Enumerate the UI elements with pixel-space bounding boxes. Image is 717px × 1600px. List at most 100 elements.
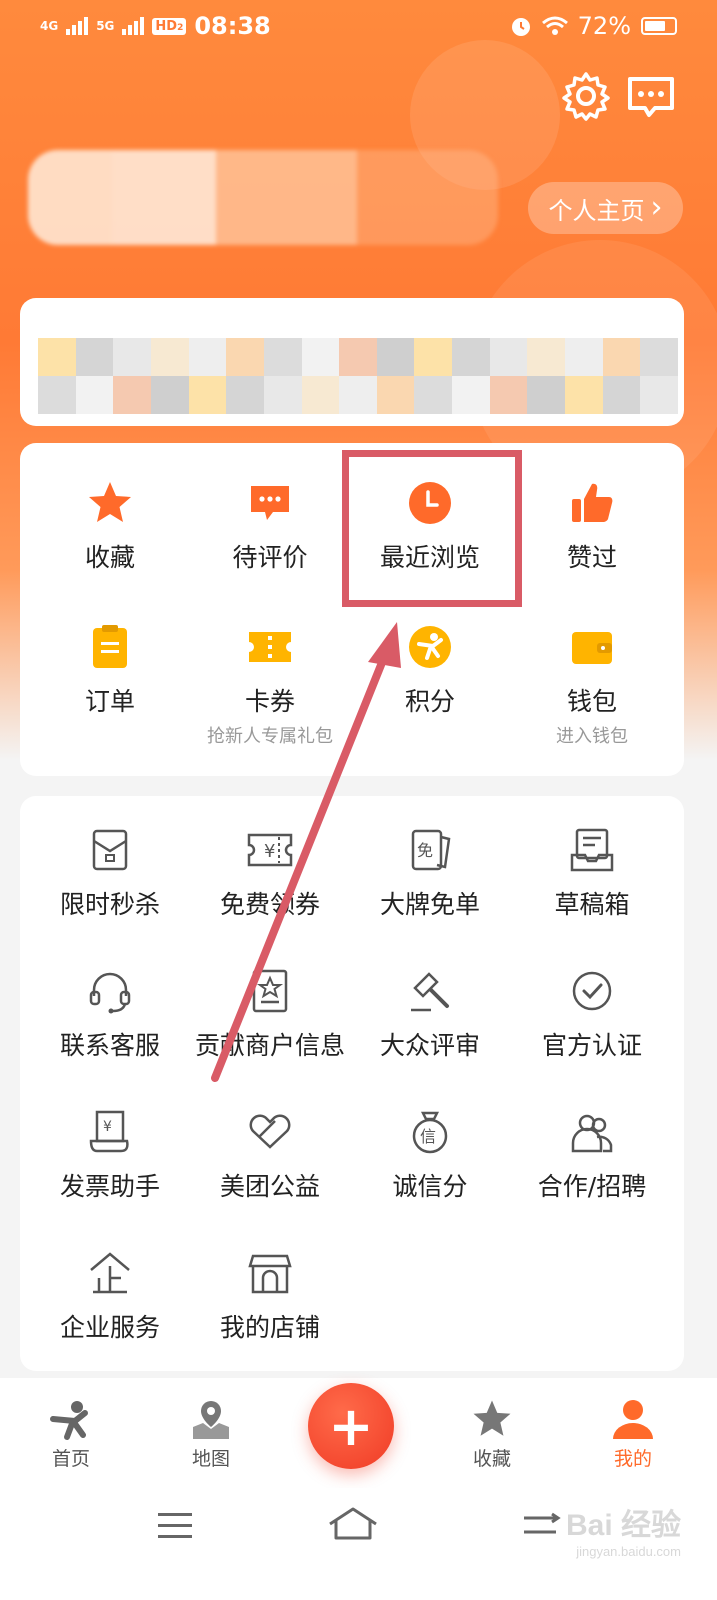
service-item-coupon[interactable]: ¥ 免费领券 bbox=[182, 825, 358, 921]
service-item-flash-sale[interactable]: 限时秒杀 bbox=[30, 825, 190, 921]
message-icon[interactable] bbox=[625, 70, 677, 122]
mosaic-pixel bbox=[489, 338, 528, 376]
mosaic-pixel bbox=[226, 376, 264, 414]
mosaic-pixel bbox=[301, 338, 340, 376]
service-item-label: 限时秒杀 bbox=[59, 890, 160, 919]
quick-item-thumbs-up[interactable]: 赞过 bbox=[512, 478, 672, 574]
nav-item-label: 首页 bbox=[51, 1448, 90, 1470]
baidu-watermark: Bai 经验 jingyan.baidu.com bbox=[566, 1500, 681, 1559]
order-icon bbox=[30, 622, 190, 672]
home-mascot-icon bbox=[26, 1394, 116, 1444]
mosaic-pixel bbox=[188, 376, 227, 414]
blurred-profile-info bbox=[28, 150, 498, 245]
quick-item-sublabel: 进入钱包 bbox=[556, 726, 628, 747]
service-item-credit[interactable]: 信 诚信分 bbox=[350, 1107, 510, 1203]
mosaic-pixel bbox=[263, 338, 302, 376]
quick-item-ticket[interactable]: 卡券 抢新人专属礼包 bbox=[190, 622, 350, 748]
service-item-check-circle[interactable]: 官方认证 bbox=[512, 966, 672, 1062]
cooperation-icon bbox=[512, 1107, 672, 1157]
mosaic-pixels bbox=[38, 338, 678, 414]
mosaic-pixel bbox=[452, 376, 490, 414]
mosaic-pixel bbox=[113, 338, 151, 376]
nav-item-home-mascot[interactable]: 首页 bbox=[26, 1394, 116, 1471]
mosaic-pixel bbox=[414, 376, 453, 414]
quick-item-label: 卡券 bbox=[244, 687, 295, 716]
personal-homepage-label: 个人主页 bbox=[548, 196, 645, 225]
coupon-icon: ¥ bbox=[182, 825, 358, 875]
service-item-charity[interactable]: 美团公益 bbox=[182, 1107, 358, 1203]
wifi-icon bbox=[541, 16, 568, 35]
quick-item-order[interactable]: 订单 bbox=[30, 622, 190, 718]
service-item-gavel[interactable]: 大众评审 bbox=[350, 966, 510, 1062]
mosaic-pixel bbox=[640, 338, 678, 376]
mosaic-pixel bbox=[452, 338, 490, 376]
service-item-drafts[interactable]: 草稿箱 bbox=[512, 825, 672, 921]
quick-item-wallet[interactable]: 钱包 进入钱包 bbox=[512, 622, 672, 748]
svg-text:信: 信 bbox=[420, 1127, 436, 1146]
battery-percent: 72% bbox=[577, 12, 631, 40]
service-item-shop[interactable]: 我的店铺 bbox=[182, 1248, 358, 1344]
chevron-right-icon: › bbox=[650, 190, 663, 225]
home-system-icon[interactable] bbox=[327, 1506, 379, 1542]
mosaic-pixel bbox=[339, 376, 377, 414]
service-item-label: 官方认证 bbox=[541, 1031, 642, 1060]
service-item-cooperation[interactable]: 合作/招聘 bbox=[512, 1107, 672, 1203]
ticket-icon bbox=[190, 622, 350, 672]
back-icon[interactable] bbox=[518, 1508, 562, 1540]
signal-bars-icon bbox=[122, 17, 145, 35]
thumbs-up-icon bbox=[512, 478, 672, 528]
clock-time: 08:38 bbox=[194, 12, 271, 40]
plus-icon: + bbox=[328, 1394, 374, 1458]
menu-icon[interactable] bbox=[158, 1510, 194, 1542]
quick-item-sublabel: 抢新人专属礼包 bbox=[207, 726, 333, 747]
service-item-invoice[interactable]: ¥ 发票助手 bbox=[30, 1107, 190, 1203]
mosaic-pixel bbox=[376, 338, 415, 376]
star-icon bbox=[30, 478, 190, 528]
service-item-label: 大众评审 bbox=[379, 1031, 480, 1060]
service-item-label: 企业服务 bbox=[59, 1313, 160, 1342]
personal-homepage-button[interactable]: 个人主页 › bbox=[528, 182, 683, 234]
quick-item-label: 订单 bbox=[84, 687, 135, 716]
quick-item-points[interactable]: 积分 bbox=[350, 622, 510, 718]
drafts-icon bbox=[512, 825, 672, 875]
charity-icon bbox=[182, 1107, 358, 1157]
mosaic-pixel bbox=[602, 338, 641, 376]
hd-badge: HD2 bbox=[152, 17, 187, 35]
publish-plus-button[interactable]: + bbox=[308, 1383, 394, 1469]
nav-item-label: 我的 bbox=[613, 1448, 652, 1470]
headset-icon bbox=[30, 966, 190, 1016]
nav-item-map[interactable]: 地图 bbox=[166, 1394, 256, 1471]
alarm-icon bbox=[511, 18, 530, 36]
svg-text:免: 免 bbox=[417, 841, 433, 860]
highlight-annotation-box bbox=[342, 450, 522, 607]
service-item-enterprise[interactable]: 企业服务 bbox=[30, 1248, 190, 1344]
nav-item-profile[interactable]: 我的 bbox=[588, 1394, 678, 1471]
gear-icon[interactable] bbox=[560, 70, 612, 122]
mosaic-pixel bbox=[38, 338, 76, 376]
service-item-free-order[interactable]: 免 大牌免单 bbox=[350, 825, 510, 921]
service-item-merchant-info[interactable]: 贡献商户信息 bbox=[182, 966, 358, 1062]
quick-item-label: 待评价 bbox=[232, 543, 308, 572]
enterprise-icon bbox=[30, 1248, 190, 1298]
mosaic-pixel bbox=[376, 376, 415, 414]
quick-item-comment[interactable]: 待评价 bbox=[190, 478, 350, 574]
quick-item-label: 钱包 bbox=[566, 687, 617, 716]
free-order-icon: 免 bbox=[350, 825, 510, 875]
service-item-label: 大牌免单 bbox=[379, 890, 480, 919]
wallet-icon bbox=[512, 622, 672, 672]
watermark-main: Bai 经验 bbox=[565, 1509, 681, 1542]
mosaic-pixel bbox=[75, 338, 114, 376]
service-item-label: 诚信分 bbox=[392, 1172, 468, 1201]
service-item-label: 草稿箱 bbox=[554, 890, 630, 919]
nav-item-label: 收藏 bbox=[472, 1448, 511, 1470]
mosaic-pixel bbox=[301, 376, 340, 414]
service-item-label: 贡献商户信息 bbox=[194, 1031, 345, 1060]
quick-item-star[interactable]: 收藏 bbox=[30, 478, 190, 574]
service-item-headset[interactable]: 联系客服 bbox=[30, 966, 190, 1062]
mosaic-pixel bbox=[489, 376, 528, 414]
mosaic-pixel bbox=[75, 376, 114, 414]
nav-item-star[interactable]: 收藏 bbox=[447, 1394, 537, 1471]
signal-bars-icon bbox=[66, 17, 89, 35]
watermark-sub: jingyan.baidu.com bbox=[576, 1544, 681, 1559]
mosaic-pixel bbox=[188, 338, 227, 376]
